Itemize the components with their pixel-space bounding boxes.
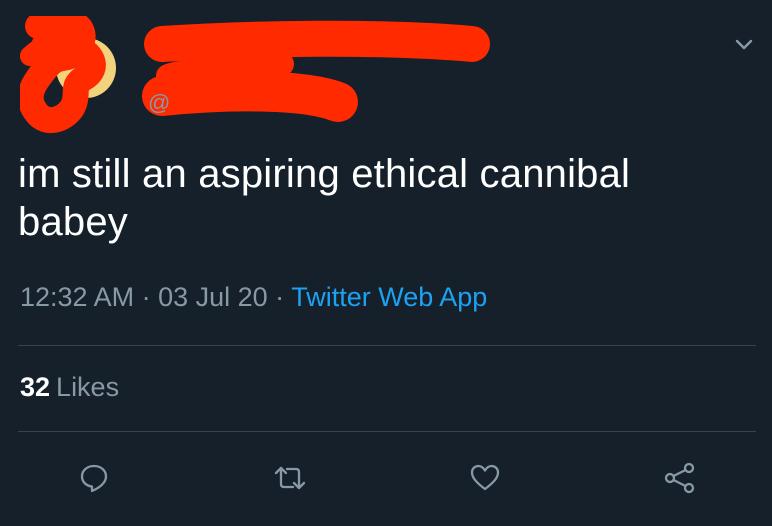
likes-label: Likes [56,372,120,402]
tweet-source-link[interactable]: Twitter Web App [291,282,487,312]
avatar[interactable] [20,16,120,134]
share-button[interactable] [660,458,700,498]
tweet-time[interactable]: 12:32 AM [20,282,134,312]
avatar-redaction-scribble [20,16,106,134]
name-redaction-scribble [142,20,490,122]
divider [18,431,756,432]
share-icon [664,462,695,494]
tweet-text-line-1: im still an aspiring ethical cannibal [18,152,631,196]
tweet-text-line-2: babey [18,200,128,244]
tweet-meta: 12:32 AM · 03 Jul 20 · Twitter Web App [20,282,487,313]
like-button[interactable] [465,458,505,498]
tweet-text: im still an aspiring ethical cannibal ba… [18,150,758,246]
reply-icon [80,464,108,493]
likes-count: 32 [20,372,51,402]
heart-icon [470,464,500,491]
meta-separator: · [267,282,292,312]
more-menu-button[interactable] [734,36,754,54]
chevron-down-icon [735,39,753,50]
divider [18,345,756,346]
meta-separator: · [134,282,159,312]
retweet-icon [274,466,306,490]
retweet-button[interactable] [270,458,310,498]
author-name-redacted[interactable] [142,20,502,130]
likes-summary[interactable]: 32 Likes [20,372,119,403]
author-handle-prefix: @ [148,90,171,115]
tweet-date[interactable]: 03 Jul 20 [158,282,268,312]
reply-button[interactable] [74,458,114,498]
tweet-detail: @ im still an aspiring ethical cannibal … [0,0,772,526]
